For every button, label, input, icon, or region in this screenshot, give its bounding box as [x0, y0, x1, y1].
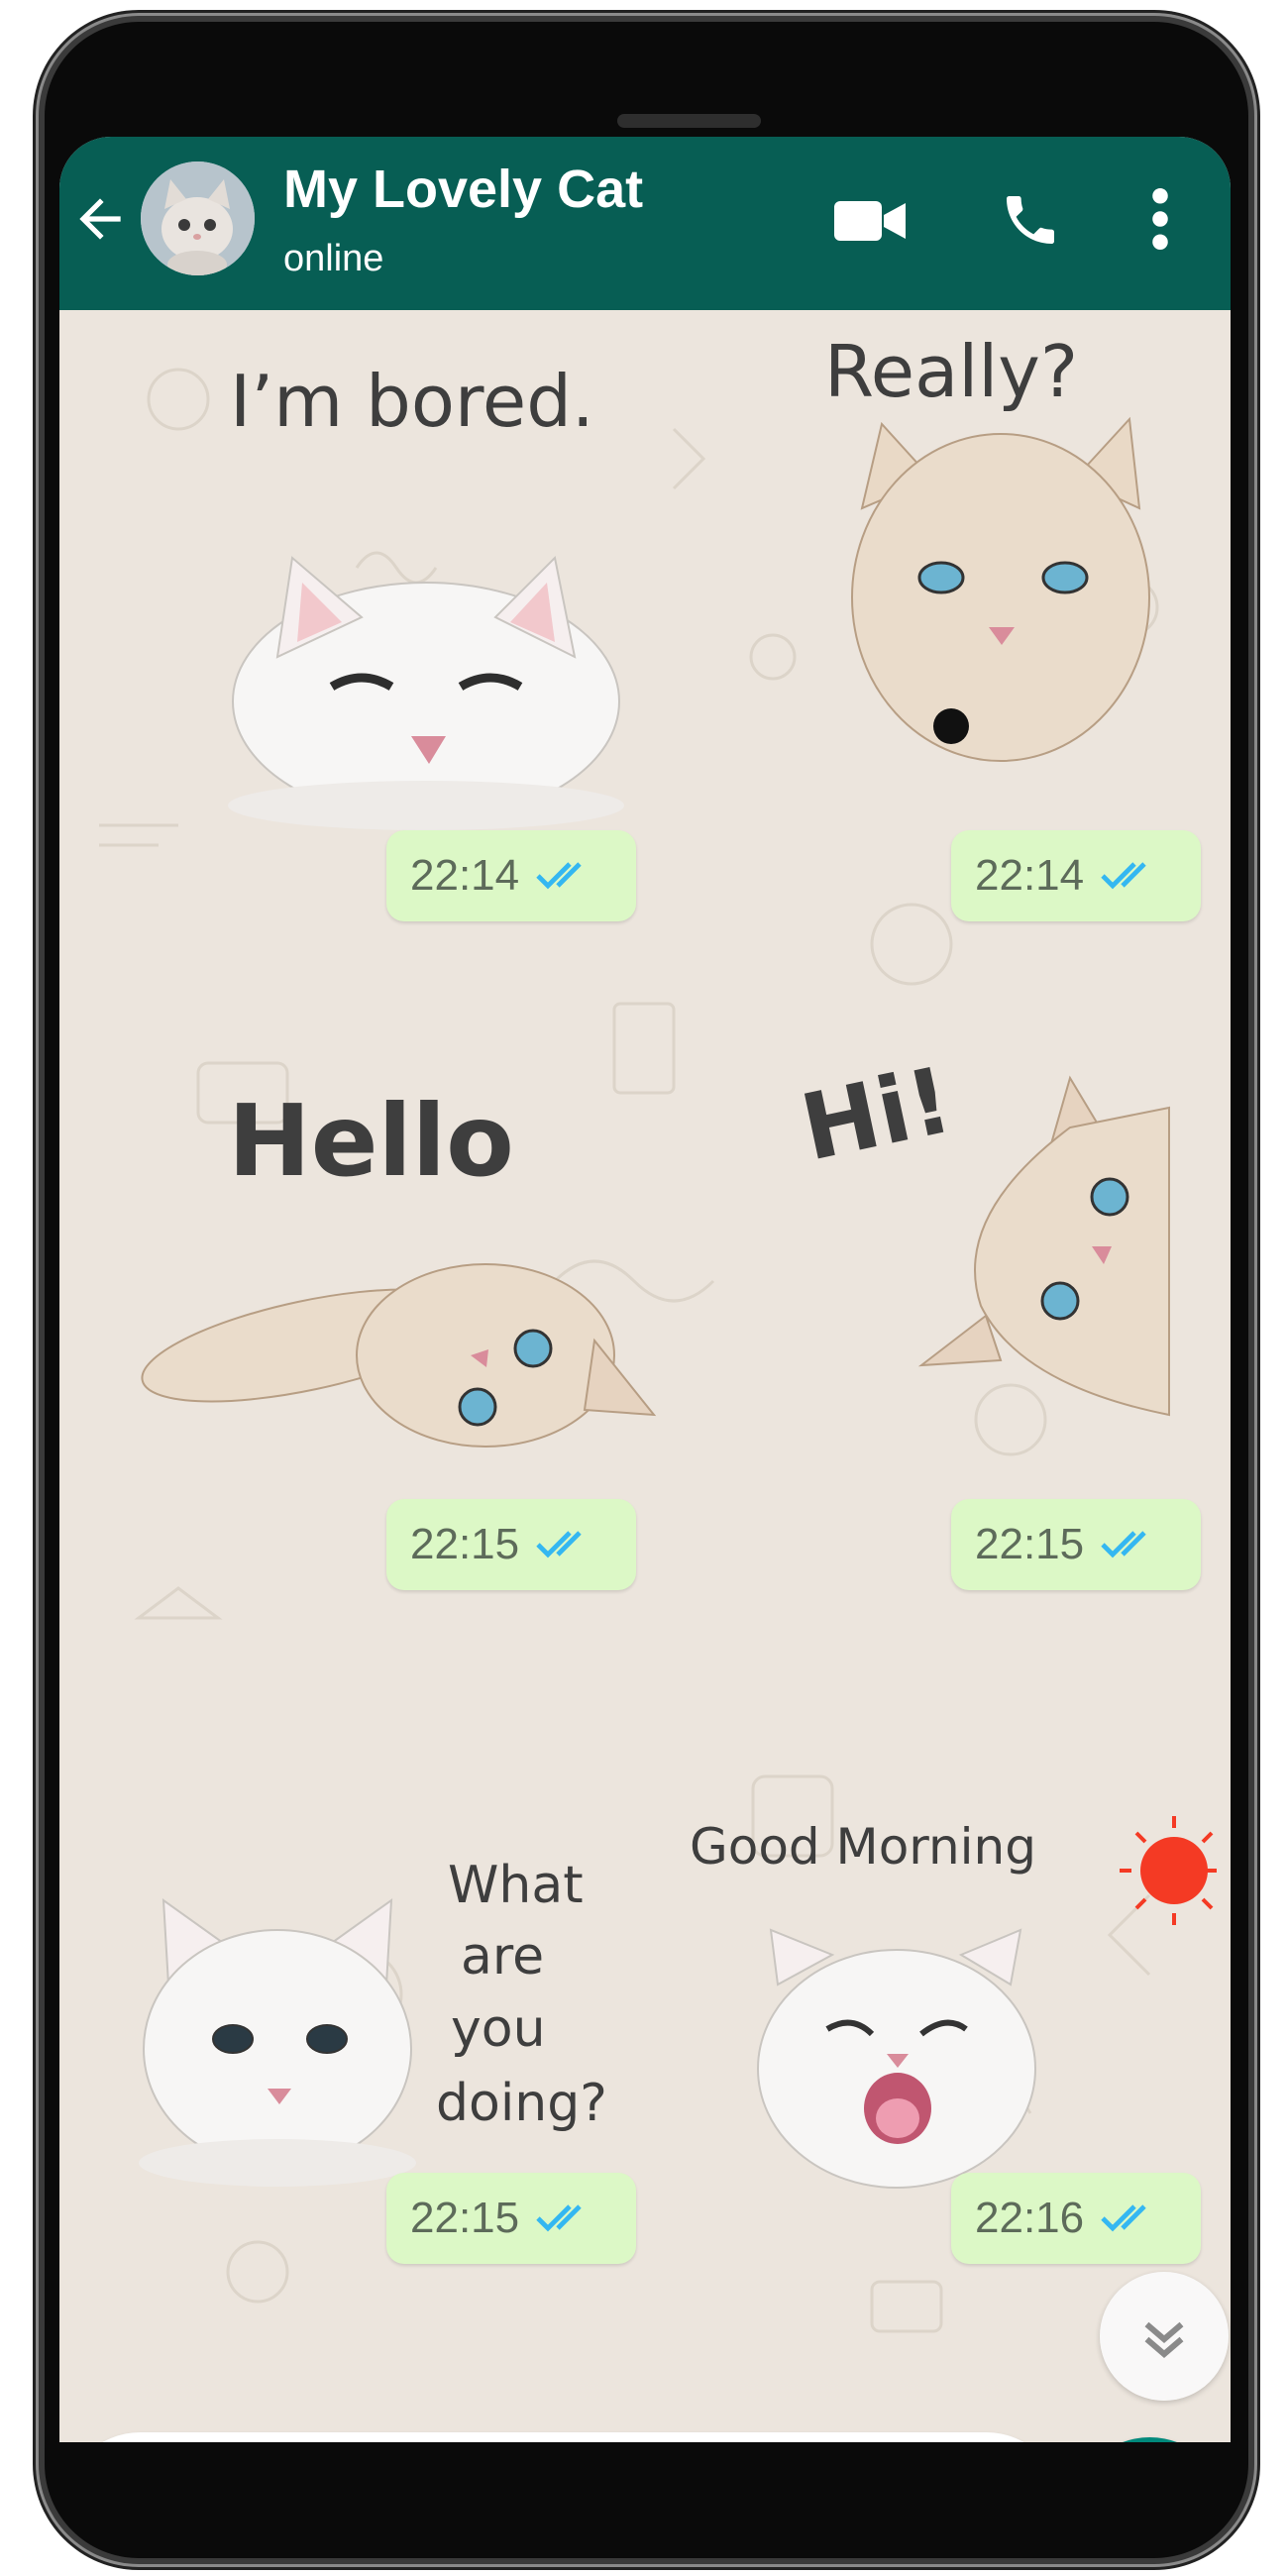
sticker-caption-line: you: [451, 1999, 546, 2059]
contact-avatar[interactable]: [141, 161, 255, 275]
contact-name[interactable]: My Lovely Cat: [283, 159, 643, 220]
message-bubble[interactable]: 22:15: [951, 1499, 1201, 1590]
message-time: 22:15: [975, 1520, 1085, 1568]
message-bubble[interactable]: 22:14: [951, 830, 1201, 921]
message-bubble[interactable]: 22:15: [386, 1499, 636, 1590]
read-receipt-icon: [1101, 1531, 1146, 1558]
sticker-caption-line: doing?: [436, 2074, 607, 2133]
message-time: 22:14: [975, 851, 1085, 900]
message-bubble[interactable]: 22:14: [386, 830, 636, 921]
back-arrow-icon[interactable]: [69, 188, 131, 250]
video-call-icon[interactable]: [834, 196, 906, 246]
chat-screen: My Lovely Cat online I’m bored. 22:14 Re…: [59, 137, 1231, 2442]
read-receipt-icon: [1101, 862, 1146, 890]
sticker-message[interactable]: Hi!: [773, 1047, 1189, 1464]
read-receipt-icon: [536, 1531, 582, 1558]
tabby-cat-sticker-image: [851, 416, 1150, 762]
peeking-cat-sticker-image: [917, 1075, 1170, 1417]
message-time: 22:15: [410, 1520, 520, 1568]
sticker-message[interactable]: Good Morning: [684, 1796, 1219, 2193]
message-time: 22:16: [975, 2194, 1085, 2242]
lying-cat-sticker-image: [141, 1263, 657, 1448]
message-bubble[interactable]: 22:16: [951, 2173, 1201, 2264]
contact-status: online: [283, 238, 384, 279]
sticker-message[interactable]: Hello: [129, 1083, 684, 1479]
sticker-caption-line: are: [461, 1927, 545, 1986]
message-composer: [65, 2432, 1061, 2442]
yawning-cat-sticker-image: [757, 1816, 1217, 2189]
message-time: 22:14: [410, 851, 520, 900]
sticker-caption-line: What: [448, 1856, 584, 1915]
cat-avatar-icon: [141, 161, 255, 275]
double-chevron-down-icon: [1144, 2321, 1184, 2358]
sticker-message[interactable]: What are you doing?: [139, 1856, 703, 2193]
message-bubble[interactable]: 22:15: [386, 2173, 636, 2264]
read-receipt-icon: [536, 2204, 582, 2232]
sticker-message[interactable]: I’m bored.: [119, 360, 674, 855]
more-vert-icon[interactable]: [1149, 188, 1171, 250]
chat-header: My Lovely Cat online: [59, 137, 1231, 310]
white-kitten-sticker-image: [139, 1897, 416, 2187]
phone-earpiece: [617, 114, 761, 128]
white-cat-sticker-image: [228, 555, 624, 830]
scroll-to-bottom-button[interactable]: [1100, 2272, 1229, 2401]
phone-call-icon[interactable]: [999, 188, 1062, 252]
message-list[interactable]: I’m bored. 22:14 Really? 22:14 Hello 22:…: [59, 310, 1231, 2442]
read-receipt-icon: [1101, 2204, 1146, 2232]
sticker-message[interactable]: Really?: [812, 330, 1169, 796]
read-receipt-icon: [536, 862, 582, 890]
message-time: 22:15: [410, 2194, 520, 2242]
